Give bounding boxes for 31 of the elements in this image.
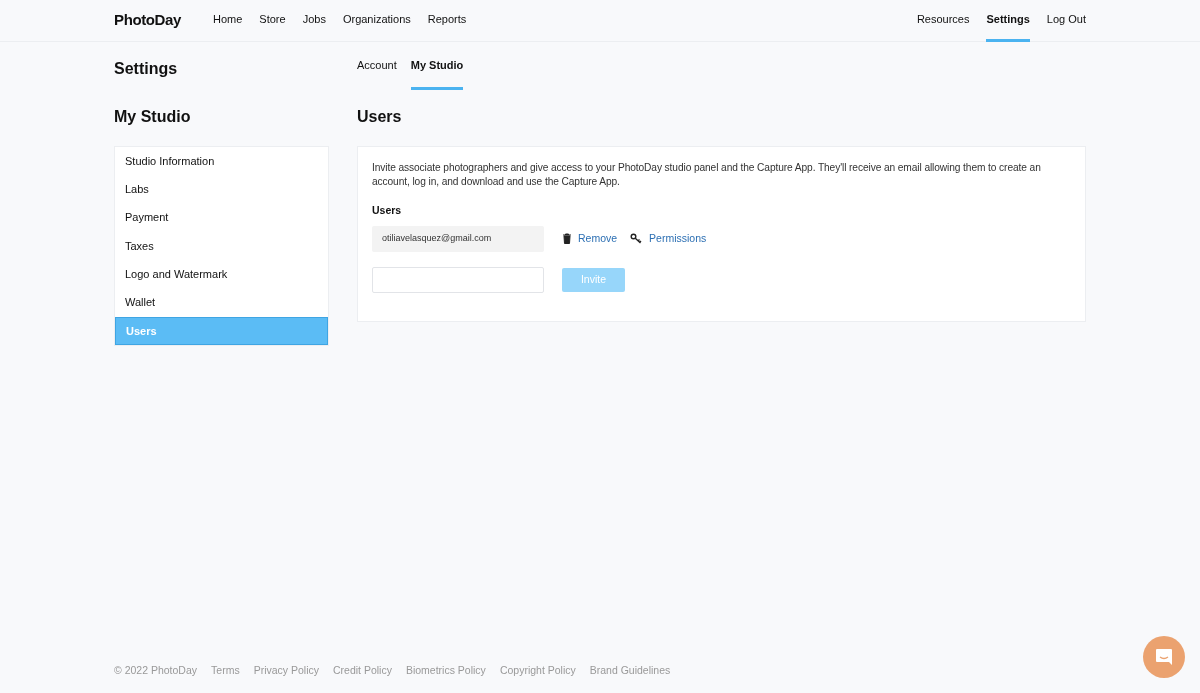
- trash-icon: [562, 233, 572, 245]
- nav-link[interactable]: Store: [259, 0, 286, 42]
- nav-link[interactable]: Jobs: [302, 0, 326, 42]
- nav-link[interactable]: Settings: [986, 0, 1030, 42]
- sidebar-item[interactable]: Taxes: [115, 231, 328, 261]
- sidebar-item[interactable]: Labs: [115, 175, 328, 204]
- sidebar-item[interactable]: Wallet: [115, 288, 328, 317]
- tab[interactable]: My Studio: [410, 42, 464, 90]
- copyright-text: © 2022 PhotoDay: [114, 663, 198, 678]
- invite-email-field[interactable]: [372, 266, 544, 293]
- nav-link[interactable]: Organizations: [342, 0, 411, 42]
- permissions-link[interactable]: Permissions: [649, 230, 707, 247]
- sidebar-item[interactable]: Logo and Watermark: [115, 260, 328, 289]
- nav-link[interactable]: Resources: [916, 0, 970, 42]
- logo[interactable]: PhotoDay: [114, 9, 181, 32]
- description: Invite associate photographers and give access to your PhotoDay studio panel and the Capture App. They'll receive an email allowing them to create an account, log in, and download and use the Capture App.: [372, 161, 1042, 189]
- nav-link[interactable]: Log Out: [1046, 0, 1086, 42]
- key-icon: [630, 233, 643, 245]
- page-title: Settings: [114, 58, 179, 79]
- sidebar-title: My Studio: [114, 107, 192, 127]
- chat-icon: [1154, 647, 1174, 667]
- section-title: Users: [357, 107, 403, 127]
- sidebar-item[interactable]: Studio Information: [115, 147, 328, 176]
- tab[interactable]: Account: [357, 42, 397, 90]
- user-email: otiliavelasquez@gmail.com: [372, 225, 544, 252]
- nav-link[interactable]: Reports: [427, 0, 467, 42]
- chat-button[interactable]: [1143, 636, 1185, 678]
- users-label: Users: [372, 203, 403, 218]
- nav-link[interactable]: Home: [213, 0, 243, 42]
- remove-link[interactable]: Remove: [578, 230, 618, 247]
- sidebar-item[interactable]: Payment: [115, 203, 328, 232]
